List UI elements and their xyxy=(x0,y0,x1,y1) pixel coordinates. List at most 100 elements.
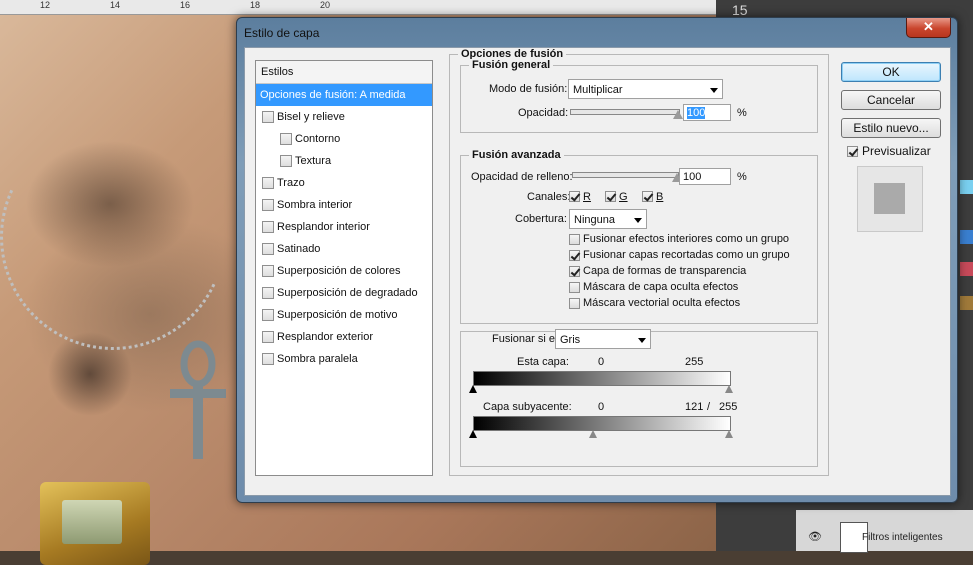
underlying-split-a: 121 xyxy=(685,401,704,413)
style-checkbox[interactable] xyxy=(280,155,292,167)
fill-opacity-label: Opacidad de relleno: xyxy=(471,171,573,183)
opacity-input[interactable]: 100 xyxy=(683,104,731,121)
style-item-label: Bisel y relieve xyxy=(277,111,345,123)
style-item[interactable]: Bisel y relieve xyxy=(256,106,432,128)
style-item[interactable]: Opciones de fusión: A medida xyxy=(256,84,432,106)
knockout-label: Cobertura: xyxy=(515,213,567,225)
opacity-percent: % xyxy=(737,107,747,119)
fill-opacity-slider[interactable] xyxy=(572,172,679,178)
opacity-slider-thumb[interactable] xyxy=(673,110,683,119)
close-icon: ✕ xyxy=(923,19,934,34)
preview-label[interactable]: Previsualizar xyxy=(862,144,931,158)
styles-header[interactable]: Estilos xyxy=(256,61,432,84)
knockout-value: Ninguna xyxy=(574,214,615,226)
ruler-tick: 20 xyxy=(320,0,331,10)
style-item[interactable]: Resplandor exterior xyxy=(256,326,432,348)
knockout-select[interactable]: Ninguna xyxy=(569,209,647,229)
panel-number[interactable]: 15 xyxy=(732,2,748,18)
style-item[interactable]: Resplandor interior xyxy=(256,216,432,238)
blend-option-label: Fusionar capas recortadas como un grupo xyxy=(583,249,790,261)
style-checkbox[interactable] xyxy=(262,199,274,211)
style-item-label: Resplandor exterior xyxy=(277,331,373,343)
style-checkbox[interactable] xyxy=(262,177,274,189)
ruler-top: 12 14 16 18 20 xyxy=(0,0,716,15)
channel-g-label: G xyxy=(619,191,628,203)
blend-option-checkbox[interactable] xyxy=(569,250,580,261)
this-layer-gradient xyxy=(473,371,731,386)
style-checkbox[interactable] xyxy=(262,265,274,277)
eye-icon[interactable]: 👁 xyxy=(808,530,822,543)
underlying-slash: / xyxy=(707,401,711,413)
style-item[interactable]: Textura xyxy=(256,150,432,172)
style-preview xyxy=(857,166,923,232)
channel-b-checkbox[interactable] xyxy=(642,191,653,202)
blend-if-value: Gris xyxy=(560,334,581,346)
opacity-slider[interactable] xyxy=(570,109,680,115)
style-checkbox[interactable] xyxy=(262,221,274,233)
blend-if-select[interactable]: Gris xyxy=(555,329,651,349)
blend-option-checkbox[interactable] xyxy=(569,298,580,309)
style-item[interactable]: Sombra paralela xyxy=(256,348,432,370)
fill-opacity-input[interactable]: 100 xyxy=(679,168,731,185)
chevron-down-icon xyxy=(634,218,642,223)
style-checkbox[interactable] xyxy=(262,111,274,123)
preview-checkbox[interactable] xyxy=(847,146,858,157)
wristwatch xyxy=(40,482,150,565)
style-item[interactable]: Superposición de motivo xyxy=(256,304,432,326)
swatch-strip xyxy=(960,230,973,244)
style-item-label: Sombra interior xyxy=(277,199,353,211)
underlying-min: 0 xyxy=(598,401,605,413)
ok-button[interactable]: OK xyxy=(841,62,941,82)
style-checkbox[interactable] xyxy=(262,287,274,299)
style-checkbox[interactable] xyxy=(262,309,274,321)
style-checkbox[interactable] xyxy=(280,133,292,145)
blend-mode-select[interactable]: Multiplicar xyxy=(568,79,723,99)
channel-b-label: B xyxy=(656,191,664,203)
blending-options-panel: Opciones de fusión Fusión general Modo d… xyxy=(449,48,829,476)
style-item[interactable]: Contorno xyxy=(256,128,432,150)
this-layer-black-slider[interactable] xyxy=(469,385,477,393)
ruler-tick: 14 xyxy=(110,0,121,10)
underlying-white-slider[interactable] xyxy=(725,430,733,438)
underlying-split-b: 255 xyxy=(719,401,738,413)
styles-list: Estilos Opciones de fusión: A medida Bise… xyxy=(255,60,433,476)
underlying-split-slider[interactable] xyxy=(589,430,597,438)
this-layer-max: 255 xyxy=(685,356,704,368)
swatch-strip xyxy=(960,262,973,276)
style-item-label: Trazo xyxy=(277,177,305,189)
style-checkbox[interactable] xyxy=(262,353,274,365)
channel-g-checkbox[interactable] xyxy=(605,191,616,202)
ruler-tick: 16 xyxy=(180,0,191,10)
blend-option-label: Fusionar efectos interiores como un grup… xyxy=(583,233,790,245)
style-item[interactable]: Superposición de degradado xyxy=(256,282,432,304)
style-item[interactable]: Trazo xyxy=(256,172,432,194)
style-checkbox[interactable] xyxy=(262,331,274,343)
style-item[interactable]: Satinado xyxy=(256,238,432,260)
channel-r-checkbox[interactable] xyxy=(569,191,580,202)
underlying-black-slider[interactable] xyxy=(469,430,477,438)
style-item[interactable]: Sombra interior xyxy=(256,194,432,216)
style-item-label: Opciones de fusión: A medida xyxy=(260,89,406,101)
style-item[interactable]: Superposición de colores xyxy=(256,260,432,282)
blend-option-checkbox[interactable] xyxy=(569,234,580,245)
new-style-button[interactable]: Estilo nuevo... xyxy=(841,118,941,138)
style-item-label: Satinado xyxy=(277,243,321,255)
underlying-layer-label: Capa subyacente: xyxy=(483,401,572,413)
channel-r-label: R xyxy=(583,191,591,203)
opacity-label: Opacidad: xyxy=(518,107,569,119)
chevron-down-icon xyxy=(638,338,646,343)
advanced-blending-title: Fusión avanzada xyxy=(469,149,564,161)
style-item-label: Contorno xyxy=(295,133,341,145)
layers-panel xyxy=(796,510,973,551)
style-checkbox[interactable] xyxy=(262,243,274,255)
blend-option-checkbox[interactable] xyxy=(569,282,580,293)
swatch-strip xyxy=(960,296,973,310)
titlebar[interactable]: Estilo de capa ✕ xyxy=(237,18,957,46)
blend-option-label: Máscara vectorial oculta efectos xyxy=(583,297,741,309)
blend-option-checkbox[interactable] xyxy=(569,266,580,277)
cancel-button[interactable]: Cancelar xyxy=(841,90,941,110)
general-blending-title: Fusión general xyxy=(469,59,554,71)
smart-filters-label: Filtros inteligentes xyxy=(862,532,943,543)
this-layer-white-slider[interactable] xyxy=(725,385,733,393)
close-button[interactable]: ✕ xyxy=(906,18,951,38)
